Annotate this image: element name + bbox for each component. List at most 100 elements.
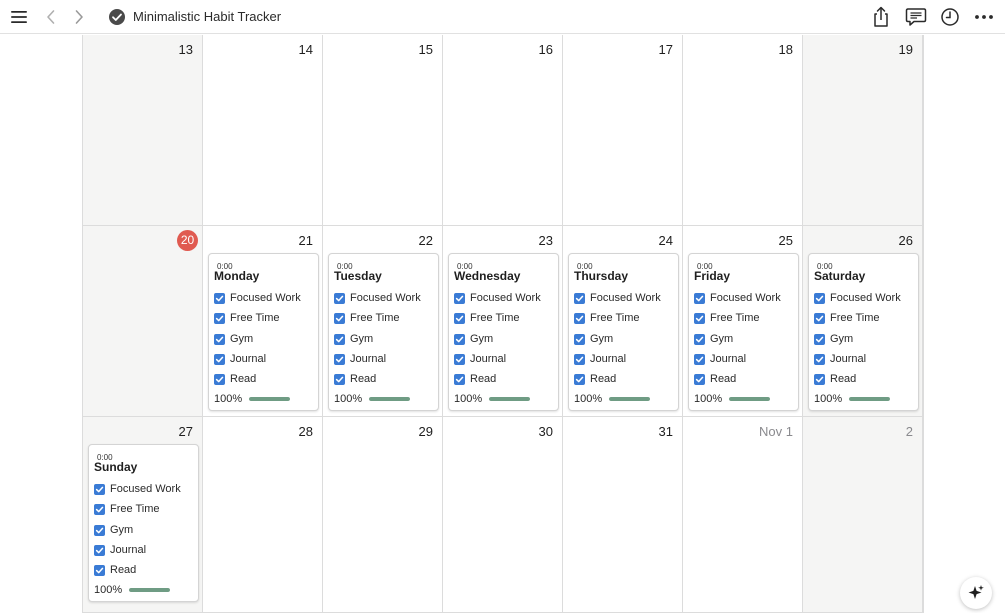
checkbox-checked-icon[interactable] <box>334 292 345 304</box>
habit-item[interactable]: Focused Work <box>814 291 901 305</box>
calendar-day-cell[interactable]: 15 <box>323 35 443 226</box>
checkbox-checked-icon[interactable] <box>574 333 585 345</box>
forward-chevron-icon[interactable] <box>65 3 93 31</box>
checkbox-checked-icon[interactable] <box>334 353 345 365</box>
habit-item[interactable]: Gym <box>574 332 613 346</box>
checkbox-checked-icon[interactable] <box>214 312 225 324</box>
habit-item[interactable]: Focused Work <box>694 291 781 305</box>
calendar-day-cell[interactable]: 26 0:00 Saturday Focused Work Free Time Gym Jo… <box>803 226 923 417</box>
checkbox-checked-icon[interactable] <box>694 373 705 385</box>
checkbox-checked-icon[interactable] <box>94 503 105 515</box>
checkbox-checked-icon[interactable] <box>214 292 225 304</box>
calendar-day-cell[interactable]: 23 0:00 Wednesday Focused Work Free Time Gym J… <box>443 226 563 417</box>
calendar-day-cell[interactable]: 21 0:00 Monday Focused Work Free Time Gym Jour… <box>203 226 323 417</box>
habit-item[interactable]: Read <box>214 372 256 386</box>
checkbox-checked-icon[interactable] <box>214 373 225 385</box>
habit-item[interactable]: Journal <box>694 352 746 366</box>
habit-item[interactable]: Journal <box>214 352 266 366</box>
habit-item[interactable]: Read <box>574 372 616 386</box>
habit-item[interactable]: Gym <box>694 332 733 346</box>
checkbox-checked-icon[interactable] <box>694 312 705 324</box>
habit-item[interactable]: Focused Work <box>214 291 301 305</box>
calendar-day-cell[interactable]: 31 <box>563 417 683 613</box>
habit-item[interactable]: Gym <box>334 332 373 346</box>
habit-card[interactable]: 0:00 Sunday Focused Work Free Time Gym Journa… <box>88 444 199 602</box>
habit-item[interactable]: Free Time <box>454 311 520 325</box>
checkbox-checked-icon[interactable] <box>574 353 585 365</box>
habit-card[interactable]: 0:00 Thursday Focused Work Free Time Gym Jour… <box>568 253 679 411</box>
habit-item[interactable]: Gym <box>94 523 133 537</box>
checkbox-checked-icon[interactable] <box>574 373 585 385</box>
history-clock-icon[interactable] <box>936 3 964 31</box>
checkbox-checked-icon[interactable] <box>334 373 345 385</box>
habit-item[interactable]: Free Time <box>694 311 760 325</box>
checkbox-checked-icon[interactable] <box>94 564 105 576</box>
comments-icon[interactable] <box>902 3 930 31</box>
habit-item[interactable]: Journal <box>814 352 866 366</box>
calendar-day-cell[interactable]: 17 <box>563 35 683 226</box>
habit-item[interactable]: Journal <box>574 352 626 366</box>
habit-item[interactable]: Read <box>694 372 736 386</box>
habit-item[interactable]: Gym <box>214 332 253 346</box>
habit-item[interactable]: Gym <box>454 332 493 346</box>
checkbox-checked-icon[interactable] <box>814 333 825 345</box>
calendar-day-cell[interactable]: 30 <box>443 417 563 613</box>
habit-card[interactable]: 0:00 Saturday Focused Work Free Time Gym Jour… <box>808 253 919 411</box>
calendar-day-cell[interactable]: 2 <box>803 417 923 613</box>
checkbox-checked-icon[interactable] <box>574 292 585 304</box>
habit-item[interactable]: Read <box>454 372 496 386</box>
habit-item[interactable]: Read <box>814 372 856 386</box>
checkbox-checked-icon[interactable] <box>94 544 105 556</box>
document-title[interactable]: Minimalistic Habit Tracker <box>133 8 281 26</box>
checkbox-checked-icon[interactable] <box>94 483 105 495</box>
checkmark-circle-icon[interactable] <box>103 3 131 31</box>
habit-card[interactable]: 0:00 Monday Focused Work Free Time Gym Journa… <box>208 253 319 411</box>
share-icon[interactable] <box>867 3 895 31</box>
habit-item[interactable]: Free Time <box>334 311 400 325</box>
ai-assistant-button[interactable] <box>960 577 992 609</box>
habit-card[interactable]: 0:00 Wednesday Focused Work Free Time Gym Jou… <box>448 253 559 411</box>
habit-item[interactable]: Journal <box>334 352 386 366</box>
checkbox-checked-icon[interactable] <box>214 353 225 365</box>
checkbox-checked-icon[interactable] <box>694 292 705 304</box>
habit-card[interactable]: 0:00 Tuesday Focused Work Free Time Gym Journ… <box>328 253 439 411</box>
calendar-day-cell[interactable]: 13 <box>83 35 203 226</box>
checkbox-checked-icon[interactable] <box>214 333 225 345</box>
calendar-day-cell[interactable]: 27 0:00 Sunday Focused Work Free Time Gym Jour… <box>83 417 203 613</box>
checkbox-checked-icon[interactable] <box>94 524 105 536</box>
calendar-day-cell[interactable]: 25 0:00 Friday Focused Work Free Time Gym Jour… <box>683 226 803 417</box>
checkbox-checked-icon[interactable] <box>694 333 705 345</box>
habit-item[interactable]: Journal <box>454 352 506 366</box>
checkbox-checked-icon[interactable] <box>814 312 825 324</box>
habit-item[interactable]: Focused Work <box>454 291 541 305</box>
back-chevron-icon[interactable] <box>37 3 65 31</box>
habit-item[interactable]: Free Time <box>814 311 880 325</box>
sidebar-menu-icon[interactable] <box>5 3 33 31</box>
habit-item[interactable]: Free Time <box>94 502 160 516</box>
habit-item[interactable]: Journal <box>94 543 146 557</box>
calendar-day-cell[interactable]: 28 <box>203 417 323 613</box>
checkbox-checked-icon[interactable] <box>454 373 465 385</box>
checkbox-checked-icon[interactable] <box>574 312 585 324</box>
calendar-day-cell[interactable]: 20 <box>83 226 203 417</box>
checkbox-checked-icon[interactable] <box>454 333 465 345</box>
habit-item[interactable]: Free Time <box>574 311 640 325</box>
checkbox-checked-icon[interactable] <box>814 353 825 365</box>
checkbox-checked-icon[interactable] <box>814 292 825 304</box>
calendar-day-cell[interactable]: 24 0:00 Thursday Focused Work Free Time Gym Jo… <box>563 226 683 417</box>
checkbox-checked-icon[interactable] <box>814 373 825 385</box>
calendar-day-cell[interactable]: 29 <box>323 417 443 613</box>
habit-item[interactable]: Focused Work <box>574 291 661 305</box>
calendar-day-cell[interactable]: 14 <box>203 35 323 226</box>
more-ellipsis-icon[interactable] <box>970 3 998 31</box>
habit-item[interactable]: Read <box>334 372 376 386</box>
habit-item[interactable]: Gym <box>814 332 853 346</box>
habit-item[interactable]: Free Time <box>214 311 280 325</box>
checkbox-checked-icon[interactable] <box>454 292 465 304</box>
checkbox-checked-icon[interactable] <box>454 353 465 365</box>
checkbox-checked-icon[interactable] <box>334 312 345 324</box>
habit-item[interactable]: Focused Work <box>334 291 421 305</box>
calendar-day-cell[interactable]: 16 <box>443 35 563 226</box>
checkbox-checked-icon[interactable] <box>334 333 345 345</box>
calendar-day-cell[interactable]: 19 <box>803 35 923 226</box>
